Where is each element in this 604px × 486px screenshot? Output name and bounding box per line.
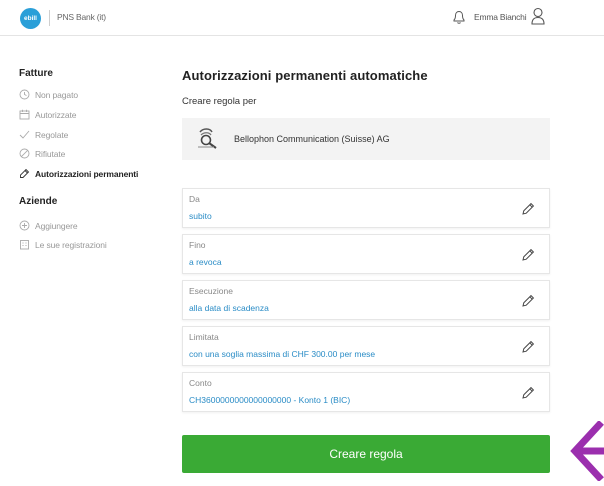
recipient-name: Bellophon Communication (Suisse) AG <box>234 134 390 144</box>
field-value: a revoca <box>189 257 222 267</box>
cancel-icon <box>19 148 30 159</box>
sidebar-item-label: Aggiungere <box>35 220 78 231</box>
company-logo-icon <box>198 128 217 149</box>
field-card-execution[interactable]: Esecuzione alla data di scadenza <box>182 280 550 320</box>
sidebar-item-settled[interactable]: Regolate <box>19 129 68 140</box>
field-card-account[interactable]: Conto CH3600000000000000000 - Konto 1 (B… <box>182 372 550 412</box>
repeat-icon <box>20 168 30 178</box>
field-label: Limitata <box>189 332 219 342</box>
top-bar: ebill PNS Bank (it) Emma Bianchi <box>0 0 604 36</box>
sidebar-item-authorized[interactable]: Autorizzate <box>19 109 77 120</box>
header-divider <box>49 10 50 26</box>
arrow-left-icon <box>570 421 604 481</box>
sidebar-item-label: Autorizzate <box>35 109 77 120</box>
sidebar-item-label: Regolate <box>35 129 69 140</box>
field-card-limit[interactable]: Limitata con una soglia massima di CHF 3… <box>182 326 550 366</box>
field-value: alla data di scadenza <box>189 303 269 313</box>
sidebar-title-bills: Fatture <box>19 68 53 79</box>
pencil-icon[interactable] <box>520 247 536 263</box>
user-icon[interactable] <box>531 7 545 25</box>
add-icon <box>19 220 30 231</box>
recipient-box: Bellophon Communication (Suisse) AG <box>182 118 550 160</box>
field-label: Conto <box>189 378 212 388</box>
checkmark-icon <box>19 130 30 139</box>
page-title: Autorizzazioni permanenti automatiche <box>182 68 428 83</box>
pencil-icon[interactable] <box>520 385 536 401</box>
clock-icon <box>19 89 30 100</box>
ebill-logo[interactable]: ebill <box>20 8 41 29</box>
building-icon <box>20 240 29 250</box>
create-rule-button[interactable]: Creare regola <box>182 435 550 473</box>
field-value: subito <box>189 211 212 221</box>
field-value: con una soglia massima di CHF 300.00 per… <box>189 349 376 359</box>
field-label: Fino <box>189 240 206 250</box>
sidebar-item-label: Autorizzazioni permanenti <box>35 168 139 179</box>
bell-icon[interactable] <box>452 9 466 25</box>
sidebar-item-label: Le sue registrazioni <box>35 239 107 250</box>
field-label: Da <box>189 194 200 204</box>
sidebar-title-companies: Aziende <box>19 196 58 207</box>
sidebar-item-unpaid[interactable]: Non pagato <box>19 89 78 100</box>
pencil-icon[interactable] <box>520 293 536 309</box>
field-card-from[interactable]: Da subito <box>182 188 550 228</box>
user-name[interactable]: Emma Bianchi <box>474 12 527 22</box>
field-value: CH3600000000000000000 - Konto 1 (BIC) <box>189 395 351 405</box>
section-subtitle: Creare regola per <box>182 96 257 107</box>
sidebar-item-permanent-authorizations[interactable]: Autorizzazioni permanenti <box>19 168 138 179</box>
bank-name: PNS Bank (it) <box>57 12 106 22</box>
sidebar-item-rejected[interactable]: Rifiutate <box>19 148 65 159</box>
calendar-icon <box>19 109 30 120</box>
sidebar-item-registrations[interactable]: Le sue registrazioni <box>19 239 107 250</box>
field-card-until[interactable]: Fino a revoca <box>182 234 550 274</box>
pencil-icon[interactable] <box>520 201 536 217</box>
sidebar-item-label: Non pagato <box>35 89 78 100</box>
sidebar-item-label: Rifiutate <box>35 148 66 159</box>
sidebar-item-add[interactable]: Aggiungere <box>19 220 78 231</box>
pencil-icon[interactable] <box>520 339 536 355</box>
field-label: Esecuzione <box>189 286 233 296</box>
